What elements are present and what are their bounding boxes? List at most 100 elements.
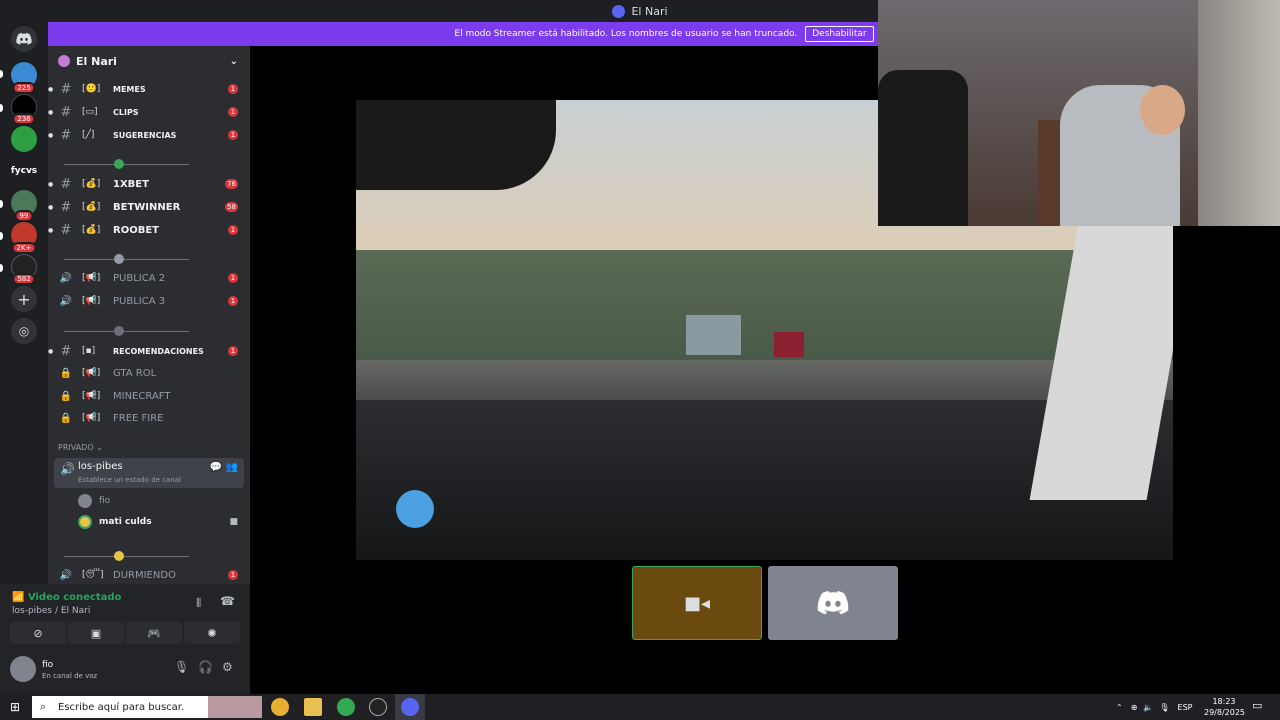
- server-icon-4[interactable]: 99: [11, 190, 37, 222]
- disable-streamer-button[interactable]: Deshabilitar: [805, 26, 874, 42]
- channel-roobet[interactable]: ● # [💰] ROOBET 1: [48, 219, 250, 241]
- disconnect-icon[interactable]: ☎: [220, 594, 235, 608]
- voice-location[interactable]: los-pibes / El Nari: [12, 606, 90, 616]
- volume-icon[interactable]: 🔈: [1143, 703, 1153, 712]
- hash-icon: #: [60, 199, 72, 215]
- noise-suppression-icon[interactable]: ⦀: [196, 596, 201, 611]
- clock[interactable]: 18:23 29/8/2025: [1204, 696, 1245, 718]
- unread-indicator: [0, 264, 3, 272]
- category-divider[interactable]: [59, 159, 189, 169]
- mention-badge: 1: [228, 107, 238, 117]
- gamepad-icon: 🎮: [147, 626, 161, 640]
- camera-icon: ■◂: [683, 592, 711, 614]
- participant-tile-camera[interactable]: ■◂: [632, 566, 762, 640]
- server-header[interactable]: El Nari ⌄: [48, 46, 250, 76]
- add-server-icon[interactable]: +: [11, 286, 37, 312]
- server-icon-1[interactable]: 225: [11, 62, 37, 94]
- channel-publica-3[interactable]: 🔊 [📢] PUBLICA 3 1: [48, 290, 250, 312]
- lock-icon: 🔒: [59, 390, 73, 402]
- server-folder-label[interactable]: fycvs: [0, 166, 48, 176]
- explore-icon[interactable]: ◎: [11, 318, 37, 344]
- channel-sidebar: El Nari ⌄ ● # [🙂] MEMES 1 ● # [▭] CLIPS 1 …: [48, 46, 250, 584]
- headphones-icon[interactable]: 🎧: [198, 660, 213, 674]
- channel-recomendaciones[interactable]: ● # [▪] RECOMENDACIONES 1: [48, 340, 250, 362]
- emoji-icon: [▪]: [82, 346, 96, 356]
- mention-badge: 1: [228, 296, 238, 306]
- chrome-profile-icon[interactable]: [337, 698, 355, 716]
- add-member-icon[interactable]: 👥: [226, 462, 238, 473]
- file-explorer-icon[interactable]: [304, 698, 322, 716]
- mention-badge: 1: [228, 273, 238, 283]
- emoji-icon: [🙂]: [82, 84, 101, 94]
- obs-icon[interactable]: [369, 698, 387, 716]
- soundboard-button[interactable]: ✺: [184, 622, 240, 644]
- unread-indicator: [0, 200, 3, 208]
- channel-memes[interactable]: ● # [🙂] MEMES 1: [48, 78, 250, 100]
- chrome-icon[interactable]: [271, 698, 289, 716]
- system-tray: ⌃ ⊕ 🔈 🎙 ESP: [1116, 694, 1206, 720]
- camera-icon: ■: [229, 517, 238, 527]
- notifications-icon[interactable]: ▭: [1252, 699, 1262, 712]
- language-indicator[interactable]: ESP: [1178, 703, 1193, 712]
- chevron-up-icon[interactable]: ⌃: [1116, 703, 1123, 712]
- microphone-icon[interactable]: 🎙: [1159, 703, 1169, 712]
- server-icon-5[interactable]: 2K+: [11, 222, 37, 254]
- network-icon[interactable]: ⊕: [1131, 703, 1138, 712]
- megaphone-icon: [📢]: [82, 273, 101, 283]
- lock-icon: 🔒: [59, 367, 73, 379]
- sleep-emoji-icon: [😴]: [82, 570, 104, 580]
- voice-status: 📶 Video conectado: [12, 592, 122, 603]
- channel-gta-rol[interactable]: 🔒 [📢] GTA ROL: [48, 362, 250, 384]
- channel-1xbet[interactable]: ● # [💰] 1XBET 76: [48, 173, 250, 195]
- unread-indicator: [0, 104, 3, 112]
- camera-off-button[interactable]: ⊘: [10, 622, 66, 644]
- discord-taskbar-icon[interactable]: [401, 698, 419, 716]
- participant-tile-discord[interactable]: [768, 566, 898, 640]
- user-avatar[interactable]: [10, 656, 36, 682]
- channel-free-fire[interactable]: 🔒 [📢] FREE FIRE: [48, 407, 250, 429]
- settings-gear-icon[interactable]: ⚙: [222, 660, 233, 674]
- mention-badge: 1: [228, 130, 238, 140]
- channel-clips[interactable]: ● # [▭] CLIPS 1: [48, 101, 250, 123]
- voice-member[interactable]: fio: [78, 492, 110, 510]
- mention-badge: 76: [225, 179, 238, 189]
- discord-home-icon[interactable]: [11, 26, 37, 52]
- voice-member[interactable]: mati culds ■: [78, 513, 238, 531]
- unread-dot-icon: ●: [48, 180, 54, 188]
- share-screen-button[interactable]: ▣: [68, 622, 124, 644]
- channel-minecraft[interactable]: 🔒 [📢] MINECRAFT: [48, 385, 250, 407]
- channel-betwinner[interactable]: ● # [💰] BETWINNER 58: [48, 196, 250, 218]
- money-bag-icon: [💰]: [82, 225, 101, 235]
- channel-durmiendo[interactable]: 🔊 [😴] DURMIENDO 1: [48, 564, 250, 584]
- unread-indicator: [0, 70, 3, 78]
- server-icon-3[interactable]: [11, 126, 37, 152]
- category-divider[interactable]: [59, 326, 189, 336]
- activities-button[interactable]: 🎮: [126, 622, 182, 644]
- category-divider[interactable]: [59, 551, 189, 561]
- server-icon-2[interactable]: 236: [11, 94, 37, 125]
- channel-sugerencias[interactable]: ● # [╱] SUGERENCIAS 1: [48, 124, 250, 146]
- chevron-down-icon[interactable]: ⌄: [230, 56, 238, 67]
- server-icon-6[interactable]: 582: [11, 254, 37, 285]
- voice-channel-los-pibes[interactable]: 🔊 los-pibes Establece un estado de canal…: [54, 458, 244, 488]
- microphone-icon[interactable]: 🎙: [174, 660, 189, 674]
- category-privado[interactable]: PRIVADO ⌄: [58, 443, 103, 452]
- user-name[interactable]: fio: [42, 660, 53, 670]
- megaphone-icon: [📢]: [82, 391, 101, 401]
- pencil-icon: [╱]: [82, 130, 95, 140]
- channel-publica-2[interactable]: 🔊 [📢] PUBLICA 2 1: [48, 267, 250, 289]
- mention-badge: 1: [228, 84, 238, 94]
- speaker-icon: 🔊: [59, 295, 73, 307]
- windows-start-icon[interactable]: ⊞: [10, 700, 20, 714]
- discord-logo-icon: [817, 591, 849, 615]
- hash-icon: #: [60, 343, 72, 359]
- lock-icon: 🔒: [59, 412, 73, 424]
- server-icon: [612, 4, 626, 18]
- hash-icon: #: [60, 222, 72, 238]
- chat-icon[interactable]: 💬: [210, 462, 222, 473]
- channel-status[interactable]: Establece un estado de canal: [78, 476, 181, 484]
- category-divider[interactable]: [59, 254, 189, 264]
- search-highlight-image: [208, 696, 262, 718]
- server-icon: [58, 55, 70, 67]
- hash-icon: #: [60, 104, 72, 120]
